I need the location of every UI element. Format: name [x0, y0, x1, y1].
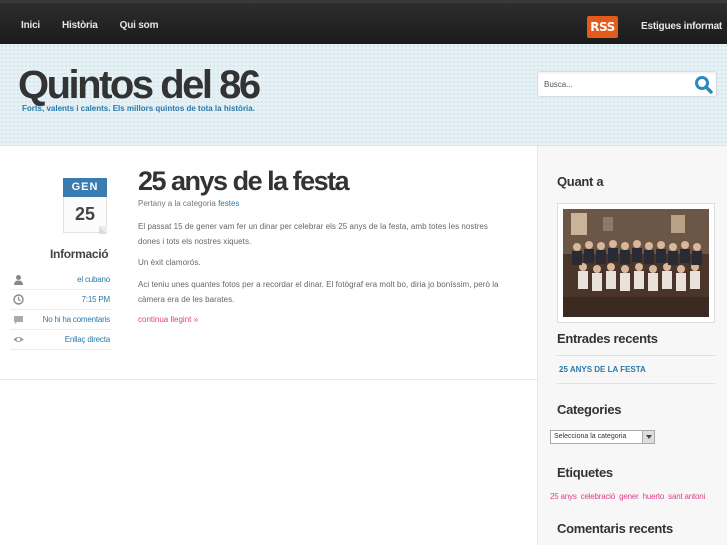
search-input[interactable] [544, 76, 684, 92]
site-header: Quintos del 86 Forts, valents i calents.… [0, 44, 727, 146]
recent-posts-title: Entrades recents [557, 331, 658, 346]
info-title: Informació [50, 247, 109, 261]
date-badge: GEN 25 [63, 178, 107, 234]
tag-link[interactable]: 25 anys [550, 492, 577, 501]
group-photo [563, 209, 709, 317]
permalink-link[interactable]: Enllaç directa [65, 335, 110, 344]
nav-item-historia[interactable]: Història [62, 20, 98, 31]
rss-icon[interactable]: RSS [587, 16, 618, 38]
nav-item-inici[interactable]: Inici [21, 20, 40, 31]
page-fold-icon [99, 226, 107, 234]
stay-informed-link[interactable]: Estigues informat [641, 21, 722, 32]
eye-icon [13, 337, 24, 342]
post-paragraph: Aci teniu unes quantes fotos per a recor… [138, 280, 499, 304]
info-comments: No hi ha comentaris [10, 310, 111, 330]
recent-comments-title: Comentaris recents [557, 521, 673, 536]
info-time: 7:15 PM [10, 290, 111, 310]
post-info-list: el cubano 7:15 PM No hi ha comentaris En… [10, 270, 111, 350]
info-author: el cubano [10, 270, 111, 290]
chevron-down-icon[interactable] [642, 431, 654, 443]
tag-link[interactable]: gener [619, 492, 639, 501]
main-content: GEN 25 Informació el cubano 7:15 PM No h… [0, 146, 537, 380]
category-link[interactable]: festes [218, 199, 239, 208]
site-title[interactable]: Quintos del 86 [18, 63, 261, 107]
divider [557, 355, 715, 356]
sidebar: Quant a Entrades recents 25 ANYS DE LA F… [537, 146, 727, 545]
top-nav-bar: Inici Història Qui som RSS Estigues info… [0, 0, 727, 44]
search-box [537, 71, 717, 97]
nav-item-qui-som[interactable]: Qui som [120, 20, 159, 31]
comments-link[interactable]: No hi ha comentaris [43, 315, 111, 324]
categories-title: Categories [557, 402, 622, 417]
main-nav: Inici Història Qui som [10, 3, 169, 47]
category-select-value: Selecciona la categoria [554, 433, 627, 440]
site-description: Forts, valents i calents. Els millors qu… [22, 104, 255, 113]
info-permalink: Enllaç directa [10, 330, 111, 350]
date-month: GEN [63, 178, 107, 197]
category-select[interactable]: Selecciona la categoria [550, 430, 655, 444]
user-icon [14, 275, 23, 285]
recent-post-link[interactable]: 25 ANYS DE LA FESTA [559, 365, 646, 374]
tags-title: Etiquetes [557, 465, 613, 480]
time-link[interactable]: 7:15 PM [82, 295, 111, 304]
category-prefix: Pertany a la categoria [138, 199, 216, 208]
about-title: Quant a [557, 174, 604, 189]
author-link[interactable]: el cubano [77, 275, 110, 284]
search-icon[interactable] [694, 75, 714, 95]
read-more-link[interactable]: continua llegint » [138, 315, 198, 324]
tag-cloud: 25 anys celebració gener huerto sant ant… [550, 492, 707, 501]
post-paragraph: El passat 15 de gener vam fer un dinar p… [138, 222, 488, 246]
tag-link[interactable]: celebració [581, 492, 616, 501]
group-photo-frame[interactable] [557, 203, 715, 323]
post-paragraph: Un èxit clamorós. [138, 258, 201, 267]
tag-link[interactable]: huerto [643, 492, 665, 501]
post-category: Pertany a la categoria festes [138, 199, 239, 208]
divider [557, 383, 715, 384]
comment-icon [14, 316, 23, 324]
post-title[interactable]: 25 anys de la festa [138, 166, 350, 196]
tag-link[interactable]: sant antoni [668, 492, 705, 501]
clock-icon [13, 294, 24, 305]
